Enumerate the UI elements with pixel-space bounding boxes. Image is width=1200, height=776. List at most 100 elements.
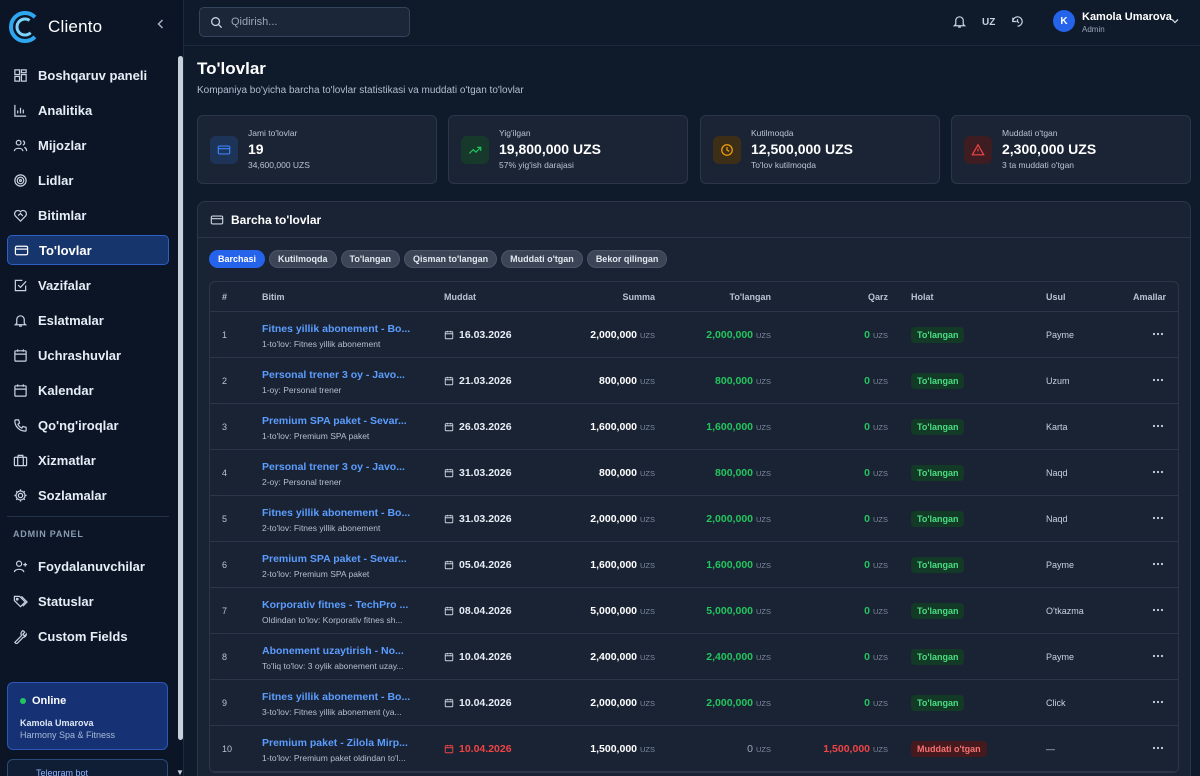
sidebar-item-dashboard[interactable]: Boshqaruv paneli: [7, 60, 169, 90]
table-body: 1 Fitnes yillik abonement - Bo... 1-to'lov…: [210, 312, 1178, 772]
debt-value: 1,500,000: [823, 743, 870, 755]
more-actions-icon[interactable]: [1151, 741, 1165, 755]
status-badge: To'langan: [911, 649, 965, 665]
sidebar-item-calendar[interactable]: Kalendar: [7, 375, 169, 405]
sidebar-item-custom-fields[interactable]: Custom Fields: [7, 621, 169, 651]
table-row[interactable]: 2 Personal trener 3 oy - Javo... 1-oy: Per…: [210, 358, 1178, 404]
chevron-down-icon[interactable]: [1170, 16, 1180, 26]
phone-icon: [14, 418, 27, 432]
filter-pending[interactable]: Kutilmoqda: [269, 250, 337, 268]
more-actions-icon[interactable]: [1151, 695, 1165, 709]
filter-all[interactable]: Barchasi: [209, 250, 266, 268]
col-method[interactable]: Usul: [1046, 292, 1066, 302]
sidebar-item-services[interactable]: Xizmatlar: [7, 445, 169, 475]
table-row[interactable]: 5 Fitnes yillik abonement - Bo... 2-to'lov…: [210, 496, 1178, 542]
deal-link[interactable]: Personal trener 3 oy - Javo...: [262, 369, 427, 381]
table-row[interactable]: 1 Fitnes yillik abonement - Bo... 1-to'lov…: [210, 312, 1178, 358]
sidebar-item-settings[interactable]: Sozlamalar: [7, 480, 169, 510]
payment-method: O'tkazma: [1046, 606, 1084, 616]
table-row[interactable]: 6 Premium SPA paket - Sevar... 2-to'lov: P…: [210, 542, 1178, 588]
col-debt[interactable]: Qarz: [868, 292, 888, 302]
row-number: 3: [222, 422, 228, 432]
deal-link[interactable]: Abonement uzaytirish - No...: [262, 645, 427, 657]
sidebar-item-meetings[interactable]: Uchrashuvlar: [7, 340, 169, 370]
debt-cell: 0 UZS: [864, 605, 888, 617]
sidebar-item-label: Lidlar: [38, 172, 74, 188]
deal-link[interactable]: Premium SPA paket - Sevar...: [262, 553, 427, 565]
briefcase-icon: [13, 454, 28, 466]
user-avatar[interactable]: K: [1053, 10, 1075, 32]
table-row[interactable]: 7 Korporativ fitnes - TechPro ... Oldindan…: [210, 588, 1178, 634]
search-icon: [211, 16, 223, 28]
history-icon[interactable]: [1010, 14, 1025, 29]
filter-cancelled[interactable]: Bekor qilingan: [586, 250, 668, 268]
sidebar-item-leads[interactable]: Lidlar: [7, 165, 169, 195]
table-row[interactable]: 3 Premium SPA paket - Sevar... 1-to'lov: P…: [210, 404, 1178, 450]
sum-value: 2,000,000: [590, 329, 637, 341]
more-actions-icon[interactable]: [1151, 511, 1165, 525]
deal-link[interactable]: Fitnes yillik abonement - Bo...: [262, 691, 427, 703]
sidebar-item-calls[interactable]: Qo'ng'iroqlar: [7, 410, 169, 440]
currency-label: UZS: [640, 377, 655, 386]
sidebar-scrollbar[interactable]: [178, 56, 183, 740]
more-actions-icon[interactable]: [1151, 327, 1165, 341]
more-actions-icon[interactable]: [1151, 419, 1165, 433]
search-input[interactable]: [231, 16, 401, 28]
filter-paid[interactable]: To'langan: [340, 250, 401, 268]
search-box[interactable]: [199, 7, 410, 37]
sidebar-item-reminders[interactable]: Eslatmalar: [7, 305, 169, 335]
filter-overdue[interactable]: Muddati o'tgan: [501, 250, 583, 268]
sidebar-item-deals[interactable]: Bitimlar: [7, 200, 169, 230]
table-row[interactable]: 10 Premium paket - Zilola Mirp... 1-to'lov…: [210, 726, 1178, 772]
panel-title: Barcha to'lovlar: [231, 213, 322, 227]
currency-label: UZS: [640, 515, 655, 524]
logo[interactable]: Cliento: [8, 9, 102, 45]
more-actions-icon[interactable]: [1151, 649, 1165, 663]
deal-link[interactable]: Premium SPA paket - Sevar...: [262, 415, 427, 427]
deal-link[interactable]: Fitnes yillik abonement - Bo...: [262, 323, 427, 335]
deal-description: 1-to'lov: Fitnes yillik abonement: [262, 339, 381, 349]
col-sum[interactable]: Summa: [622, 292, 655, 302]
table-row[interactable]: 4 Personal trener 3 oy - Javo... 2-oy: Per…: [210, 450, 1178, 496]
sidebar-item-payments[interactable]: To'lovlar: [7, 235, 169, 265]
top-header: UZ K Kamola Umarova Admin: [184, 0, 1200, 46]
sidebar-item-statuses[interactable]: Statuslar: [7, 586, 169, 616]
sidebar-item-users[interactable]: Foydalanuvchilar: [7, 551, 169, 581]
col-paid[interactable]: To'langan: [730, 292, 771, 302]
deal-link[interactable]: Fitnes yillik abonement - Bo...: [262, 507, 427, 519]
stat-sub: 57% yig'ish darajasi: [499, 160, 574, 170]
deal-link[interactable]: Korporativ fitnes - TechPro ...: [262, 599, 427, 611]
col-status[interactable]: Holat: [911, 292, 934, 302]
gear-icon: [14, 488, 27, 502]
col-deal[interactable]: Bitim: [262, 292, 285, 302]
status-badge: Muddati o'tgan: [911, 741, 987, 757]
table-row[interactable]: 9 Fitnes yillik abonement - Bo... 3-to'lov…: [210, 680, 1178, 726]
notifications-bell-icon[interactable]: [952, 14, 967, 29]
paid-value: 0: [747, 743, 753, 755]
more-actions-icon[interactable]: [1151, 465, 1165, 479]
stat-card-overdue: Muddati o'tgan 2,300,000 UZS 3 ta muddat…: [951, 115, 1191, 184]
trending-up-icon: [468, 146, 482, 154]
deal-link[interactable]: Premium paket - Zilola Mirp...: [262, 737, 427, 749]
stat-sub: To'lov kutilmoqda: [751, 160, 816, 170]
sidebar-item-tasks[interactable]: Vazifalar: [7, 270, 169, 300]
more-actions-icon[interactable]: [1151, 557, 1165, 571]
due-date: 21.03.2026: [459, 375, 512, 387]
scroll-down-arrow-icon[interactable]: ▼: [176, 768, 183, 776]
language-switch[interactable]: UZ: [982, 17, 995, 28]
deal-link[interactable]: Personal trener 3 oy - Javo...: [262, 461, 427, 473]
table-row[interactable]: 8 Abonement uzaytirish - No... To'liq to'l…: [210, 634, 1178, 680]
sidebar-item-analytics[interactable]: Analitika: [7, 95, 169, 125]
more-actions-icon[interactable]: [1151, 373, 1165, 387]
user-name[interactable]: Kamola Umarova: [1082, 11, 1172, 23]
currency-label: UZS: [640, 745, 655, 754]
deal-cell: Personal trener 3 oy - Javo... 1-oy: Pers…: [262, 369, 427, 395]
more-actions-icon[interactable]: [1151, 603, 1165, 617]
sidebar-item-clients[interactable]: Mijozlar: [7, 130, 169, 160]
deal-description: Oldindan to'lov: Korporativ fitnes sh...: [262, 615, 403, 625]
telegram-bot-card[interactable]: Telegram bot: [7, 759, 168, 776]
currency-label: UZS: [873, 699, 888, 708]
col-due[interactable]: Muddat: [444, 292, 476, 302]
collapse-sidebar-icon[interactable]: [154, 17, 168, 31]
filter-partial[interactable]: Qisman to'langan: [404, 250, 498, 268]
